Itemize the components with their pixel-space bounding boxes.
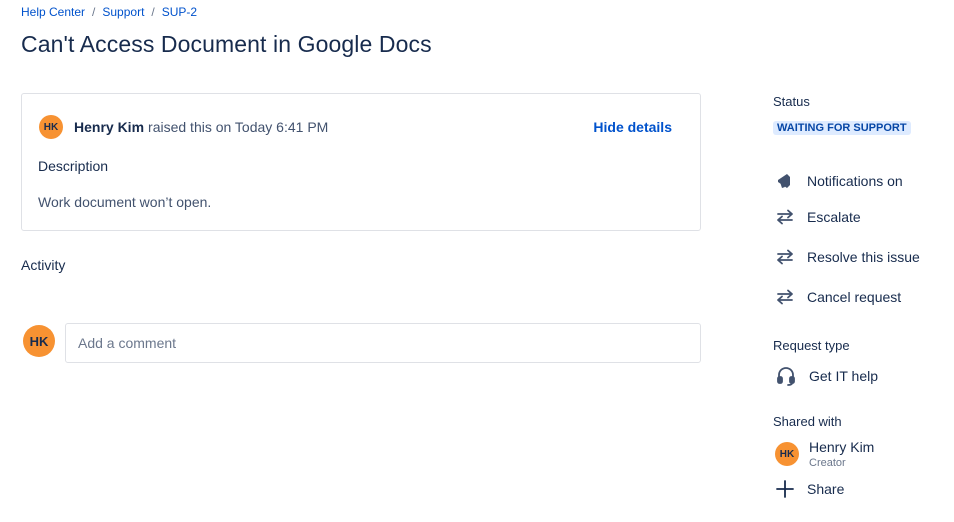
cancel-request-label: Cancel request	[807, 289, 902, 305]
transition-arrows-icon	[773, 207, 797, 227]
share-button[interactable]: Share	[773, 479, 844, 499]
status-heading: Status	[773, 94, 810, 109]
breadcrumb-separator: /	[92, 5, 96, 19]
request-type-value: Get IT help	[809, 368, 879, 384]
breadcrumb-separator: /	[151, 5, 155, 19]
megaphone-icon	[773, 171, 797, 191]
page-title: Can't Access Document in Google Docs	[21, 31, 432, 57]
reporter-avatar: HK	[39, 115, 63, 139]
request-type: Get IT help	[776, 366, 878, 386]
notifications-label: Notifications on	[807, 173, 903, 189]
headset-icon	[776, 366, 798, 386]
transition-arrows-icon	[773, 287, 797, 307]
comment-input[interactable]	[65, 323, 701, 363]
raised-timestamp: raised this on Today 6:41 PM	[148, 119, 329, 135]
shared-with-heading: Shared with	[773, 414, 842, 429]
status-badge: WAITING FOR SUPPORT	[773, 121, 911, 135]
cancel-request-button[interactable]: Cancel request	[773, 287, 901, 307]
request-type-heading: Request type	[773, 338, 850, 353]
escalate-button[interactable]: Escalate	[773, 207, 861, 227]
current-user-avatar: HK	[23, 325, 55, 357]
breadcrumb: Help Center / Support / SUP-2	[21, 5, 197, 19]
shared-user: HK Henry Kim Creator	[775, 439, 874, 469]
reporter-row: HK Henry Kim raised this on Today 6:41 P…	[39, 115, 328, 139]
shared-user-name: Henry Kim	[809, 439, 875, 455]
resolve-issue-label: Resolve this issue	[807, 249, 920, 265]
description-heading: Description	[38, 158, 109, 174]
breadcrumb-issue-key[interactable]: SUP-2	[162, 5, 197, 19]
shared-user-avatar: HK	[775, 442, 799, 466]
description-body: Work document won’t open.	[38, 194, 212, 210]
request-details-card: HK Henry Kim raised this on Today 6:41 P…	[21, 93, 701, 231]
reporter-name: Henry Kim	[74, 119, 145, 135]
share-label: Share	[807, 481, 845, 497]
activity-heading: Activity	[21, 257, 66, 273]
shared-user-role: Creator	[809, 457, 846, 469]
plus-icon	[773, 479, 797, 499]
hide-details-button[interactable]: Hide details	[593, 119, 672, 135]
breadcrumb-support[interactable]: Support	[102, 5, 144, 19]
breadcrumb-help-center[interactable]: Help Center	[21, 5, 85, 19]
notifications-button[interactable]: Notifications on	[773, 171, 903, 191]
escalate-label: Escalate	[807, 209, 861, 225]
transition-arrows-icon	[773, 247, 797, 267]
resolve-issue-button[interactable]: Resolve this issue	[773, 247, 920, 267]
